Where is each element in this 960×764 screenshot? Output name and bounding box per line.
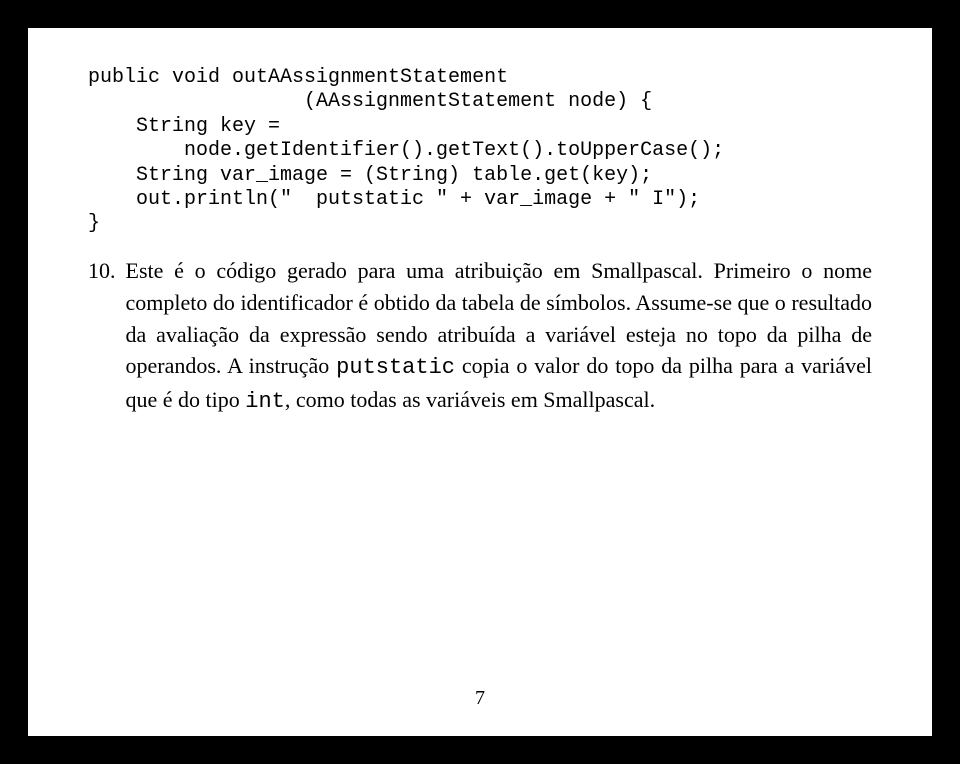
code-line: } [88,212,100,235]
code-line: (AAssignmentStatement node) { [88,90,652,113]
inline-code: int [245,389,285,414]
page-frame: public void outAAssignmentStatement (AAs… [28,28,932,736]
code-line: String key = [88,115,280,138]
page-number: 7 [88,687,872,716]
list-marker: 10. [88,255,126,418]
code-line: node.getIdentifier().getText().toUpperCa… [88,139,724,162]
code-line: String var_image = (String) table.get(ke… [88,164,652,187]
paragraph: Este é o código gerado para uma atribuiç… [126,255,873,418]
code-line: public void outAAssignmentStatement [88,66,508,89]
code-line: out.println(" putstatic " + var_image + … [88,188,700,211]
text-run: , como todas as variáveis em Smallpascal… [285,387,655,412]
list-item: 10. Este é o código gerado para uma atri… [88,255,872,418]
code-block: public void outAAssignmentStatement (AAs… [88,66,872,237]
inline-code: putstatic [336,355,455,380]
